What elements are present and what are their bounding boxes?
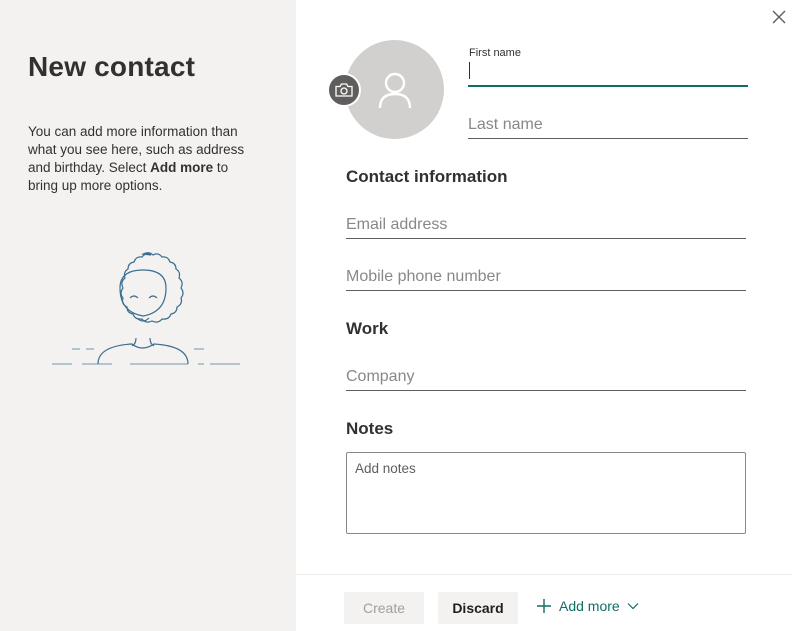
email-field[interactable]	[346, 212, 746, 239]
person-illustration	[52, 252, 240, 365]
left-eye	[129, 295, 139, 299]
left-info-pane: New contact You can add more information…	[0, 0, 296, 631]
footer-divider	[296, 574, 792, 575]
notes-heading: Notes	[346, 419, 394, 438]
person-icon	[378, 72, 411, 108]
discard-button[interactable]: Discard	[438, 592, 518, 624]
company-field[interactable]	[346, 364, 746, 391]
create-button[interactable]: Create	[344, 592, 424, 624]
face-outline	[119, 269, 167, 317]
notes-field[interactable]	[346, 452, 746, 534]
add-photo-button[interactable]	[327, 73, 361, 107]
add-more-label: Add more	[559, 598, 620, 614]
shoulders	[97, 343, 189, 365]
close-icon	[772, 10, 786, 24]
first-name-field[interactable]	[468, 60, 748, 87]
add-more-button[interactable]: Add more	[536, 594, 639, 618]
description-add-more-emphasis: Add more	[150, 160, 214, 175]
work-heading: Work	[346, 319, 389, 338]
info-description: You can add more information than what y…	[28, 123, 260, 195]
page-title: New contact	[28, 51, 196, 82]
right-eye	[148, 295, 158, 299]
camera-icon	[335, 83, 353, 97]
contact-information-heading: Contact information	[346, 167, 508, 186]
neck	[131, 337, 155, 347]
first-name-label: First name	[469, 47, 521, 59]
plus-icon	[537, 599, 551, 613]
chevron-down-icon	[627, 603, 639, 610]
text-caret	[469, 62, 470, 79]
close-button[interactable]	[768, 6, 790, 28]
last-name-field[interactable]	[468, 112, 748, 139]
mobile-phone-field[interactable]	[346, 264, 746, 291]
